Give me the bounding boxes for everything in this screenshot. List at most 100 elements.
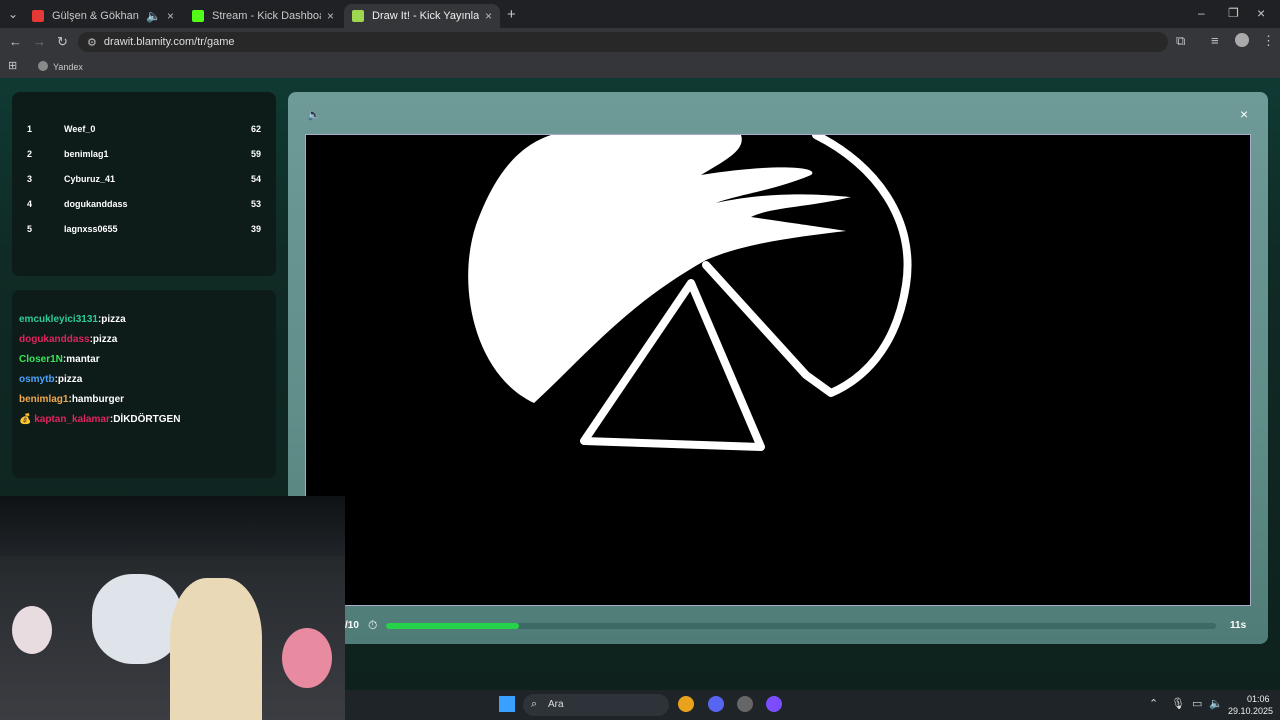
chat-text: mantar — [66, 354, 100, 365]
network-icon[interactable]: ▭ — [1192, 697, 1202, 710]
player-name: Cyburuz_41 — [64, 174, 116, 184]
tab-draw-it[interactable]: Draw It! - Kick Yayınları İçin Çiz × — [344, 4, 500, 28]
rank: 3 — [27, 174, 33, 184]
player-score: 53 — [250, 199, 261, 209]
forward-icon[interactable]: → — [33, 35, 46, 48]
restore-icon[interactable]: ❐ — [1228, 7, 1239, 19]
reload-icon[interactable]: ↻ — [57, 35, 68, 48]
tab-title: Gülşen & Gökhan Koşar - B — [52, 10, 140, 22]
leaderboard-panel: 1 Weef_0 62 2 benimlag1 59 3 Cyburuz_41 … — [12, 92, 276, 276]
apps-grid-icon[interactable]: ⊞ — [8, 61, 17, 72]
back-icon[interactable]: ← — [9, 35, 22, 48]
player-name: benimlag1 — [64, 149, 109, 159]
rank: 1 — [27, 124, 33, 134]
windows-start-icon[interactable] — [499, 696, 515, 712]
address-bar[interactable]: ⚙ drawit.blamity.com/tr/game — [78, 32, 1168, 52]
money-bag-badge-icon: 💰 — [19, 414, 32, 425]
tab-youtube[interactable]: Gülşen & Gökhan Koşar - B 🔈 × — [24, 4, 182, 28]
player-name: Weef_0 — [64, 124, 96, 134]
rank: 2 — [27, 149, 33, 159]
speaker-icon[interactable]: 🔈 — [146, 9, 161, 23]
taskbar-search[interactable]: ⌕ Ara — [523, 694, 669, 716]
windows-taskbar: ⌕ Ara ⌃ 🎙 ▭ 🔈 01:06 29.10.2025 — [345, 690, 1280, 720]
sound-icon[interactable]: 🔈 — [307, 108, 321, 121]
chat-message: emcukleyici3131:pizza — [19, 314, 126, 325]
leaderboard-row: 1 Weef_0 62 — [12, 124, 276, 140]
rank: 4 — [27, 199, 33, 209]
rank: 5 — [27, 224, 33, 234]
chat-username: dogukanddass — [19, 334, 90, 345]
bookmarks-bar: ⊞ Yandex — [0, 56, 1280, 78]
player-name: dogukanddass — [64, 199, 128, 209]
url-text: drawit.blamity.com/tr/game — [103, 36, 235, 48]
menu-icon[interactable]: ⋮ — [1262, 34, 1275, 47]
minimize-icon[interactable]: – — [1198, 7, 1205, 19]
timer-seconds: 11s — [1230, 620, 1247, 631]
chat-message: dogukanddass:pizza — [19, 334, 118, 345]
media-icon[interactable]: ≡ — [1211, 34, 1219, 47]
chat-panel: emcukleyici3131:pizza dogukanddass:pizza… — [12, 290, 276, 478]
search-icon: ⌕ — [531, 698, 538, 710]
chat-username: benimlag1 — [19, 394, 69, 405]
plush-toy — [12, 606, 52, 654]
leaderboard-row: 2 benimlag1 59 — [12, 149, 276, 165]
obs-icon[interactable] — [737, 696, 753, 712]
app-icon[interactable] — [766, 696, 782, 712]
drawing-canvas[interactable] — [305, 134, 1251, 606]
chat-message: benimlag1:hamburger — [19, 394, 125, 405]
player-score: 39 — [250, 224, 261, 234]
player-score: 54 — [250, 174, 261, 184]
chat-username: emcukleyici3131 — [19, 314, 98, 325]
close-game-icon[interactable]: × — [1240, 106, 1248, 122]
plush-toy — [282, 628, 332, 688]
chat-text: hamburger — [71, 394, 125, 405]
close-icon[interactable]: × — [485, 9, 492, 23]
chrome-icon[interactable] — [678, 696, 694, 712]
microphone-icon[interactable]: 🎙 — [1171, 697, 1185, 710]
player-score: 62 — [250, 124, 261, 134]
close-icon[interactable]: × — [167, 9, 174, 23]
plush-toy — [92, 574, 182, 664]
extensions-icon[interactable]: ⧉ — [1176, 34, 1185, 47]
leaderboard-row: 4 dogukanddass 53 — [12, 199, 276, 215]
tab-search-icon[interactable]: ⌄ — [8, 8, 18, 20]
timer-icon: ⏱ — [368, 618, 378, 632]
site-info-icon[interactable]: ⚙ — [87, 36, 97, 49]
chat-text: pizza — [57, 374, 83, 385]
browser-tab-bar: ⌄ Gülşen & Gökhan Koşar - B 🔈 × Stream -… — [0, 0, 1280, 28]
chat-username: kaptan_kalamar — [34, 414, 110, 425]
chat-username: Closer1N — [19, 354, 63, 365]
leaderboard-row: 3 Cyburuz_41 54 — [12, 174, 276, 190]
clock-time[interactable]: 01:06 — [1247, 694, 1270, 704]
chat-message: 💰 kaptan_kalamar:DİKDÖRTGEN — [19, 414, 181, 425]
chat-text: DİKDÖRTGEN — [113, 414, 181, 425]
profile-avatar[interactable] — [1235, 33, 1249, 47]
chat-message: Closer1N:mantar — [19, 354, 100, 365]
tab-kick-dashboard[interactable]: Stream - Kick Dashboard × — [184, 4, 342, 28]
close-icon[interactable]: × — [327, 9, 334, 23]
new-tab-icon[interactable]: + — [507, 7, 516, 22]
discord-icon[interactable] — [708, 696, 724, 712]
kick-icon — [192, 10, 204, 22]
round-counter: /10 — [345, 620, 359, 631]
bookmark-yandex[interactable]: Yandex — [53, 62, 83, 72]
chat-text: pizza — [101, 314, 126, 325]
clock-date[interactable]: 29.10.2025 — [1228, 706, 1273, 716]
streamer — [170, 578, 262, 720]
window-close-icon[interactable]: × — [1257, 6, 1265, 20]
drawing-svg — [468, 135, 912, 451]
player-score: 59 — [250, 149, 261, 159]
draw-it-icon — [352, 10, 364, 22]
youtube-icon — [32, 10, 44, 22]
tab-title: Draw It! - Kick Yayınları İçin Çiz — [372, 10, 479, 22]
volume-icon[interactable]: 🔈 — [1209, 697, 1223, 710]
globe-icon — [38, 61, 48, 71]
chat-text: pizza — [92, 334, 118, 345]
chat-message: osmytb:pizza — [19, 374, 83, 385]
chat-username: osmytb — [19, 374, 55, 385]
timer-progress-fill — [386, 623, 519, 629]
search-label: Ara — [548, 699, 564, 710]
player-name: lagnxss0655 — [64, 224, 118, 234]
leaderboard-row: 5 lagnxss0655 39 — [12, 224, 276, 240]
tray-chevron-icon[interactable]: ⌃ — [1149, 697, 1158, 710]
